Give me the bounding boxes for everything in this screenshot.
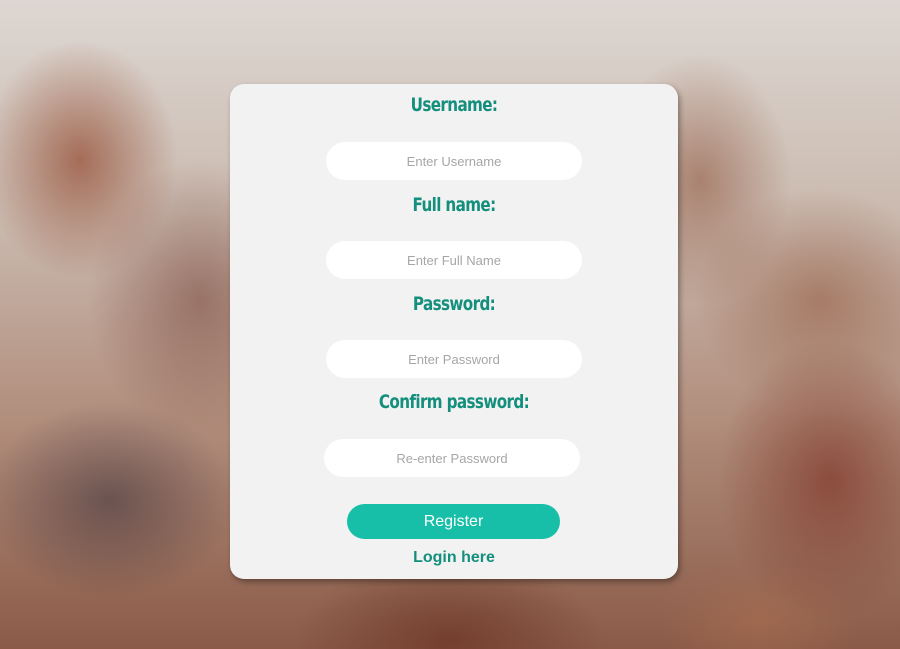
fullname-label: Full name: <box>412 194 496 216</box>
fullname-input[interactable] <box>326 241 582 279</box>
password-input[interactable] <box>326 340 582 378</box>
login-link[interactable]: Login here <box>230 549 678 567</box>
confirm-password-label: Confirm password: <box>378 391 530 413</box>
password-label: Password: <box>412 293 496 315</box>
register-button[interactable]: Register <box>347 504 560 539</box>
confirm-password-input[interactable] <box>324 439 580 477</box>
username-input[interactable] <box>326 142 582 180</box>
register-card: Username: Full name: Password: Confirm p… <box>230 84 678 579</box>
username-label: Username: <box>410 94 498 116</box>
